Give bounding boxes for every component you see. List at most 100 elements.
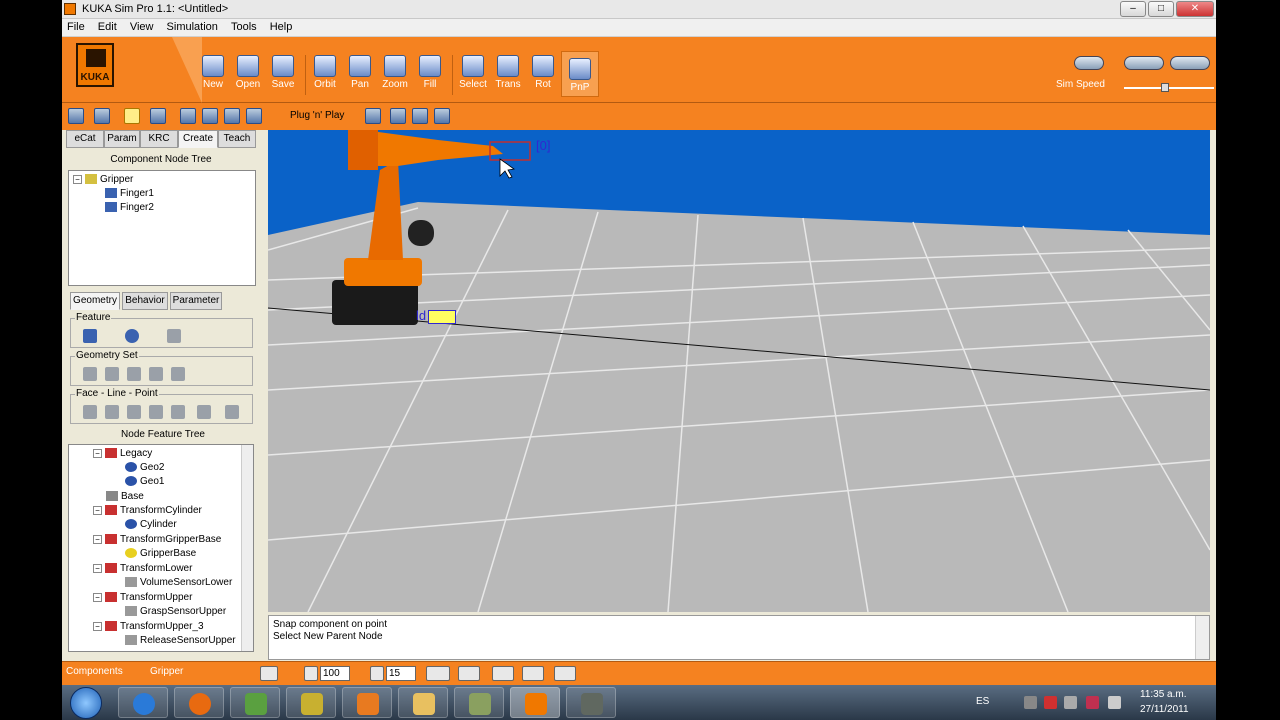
mirror-icon[interactable] [171, 367, 185, 381]
tree-node[interactable]: Base [106, 490, 144, 504]
tree-node[interactable]: − Gripper [73, 173, 133, 187]
close-button[interactable]: ✕ [1176, 1, 1214, 17]
collapse-icon[interactable]: − [93, 621, 102, 631]
taskbar-messenger[interactable] [230, 687, 280, 718]
line-icon[interactable] [105, 405, 119, 419]
snap-icon[interactable] [94, 108, 110, 124]
collapse-icon[interactable]: − [93, 505, 102, 515]
orbit-button[interactable]: Orbit [306, 37, 344, 99]
extrude-icon[interactable] [225, 405, 239, 419]
clock-date[interactable]: 27/11/2011 [1140, 704, 1189, 715]
taskbar-internet-explorer[interactable] [118, 687, 168, 718]
collapse-icon[interactable]: − [93, 592, 102, 602]
tab-create[interactable]: Create [178, 130, 218, 148]
trans-button[interactable]: Trans [489, 37, 527, 99]
graph-icon[interactable] [426, 666, 450, 681]
measure-icon[interactable] [246, 108, 262, 124]
menu-tools[interactable]: Tools [226, 19, 262, 35]
zoom-button[interactable]: Zoom [376, 37, 414, 99]
camera-icon[interactable] [458, 666, 480, 681]
windows-start-button[interactable] [70, 687, 102, 719]
tray-antivirus-icon[interactable] [1086, 696, 1099, 709]
list-icon[interactable] [522, 666, 544, 681]
rotate-view-icon[interactable] [260, 666, 278, 681]
menu-help[interactable]: Help [265, 19, 298, 35]
feature-cube-icon[interactable] [83, 329, 97, 343]
tree-node[interactable]: GripperBase [125, 547, 196, 561]
layout-icon[interactable] [554, 666, 576, 681]
delete-feature-icon[interactable] [167, 329, 181, 343]
taskbar-tool[interactable] [566, 687, 616, 718]
fill-button[interactable]: Fill [411, 37, 449, 99]
select-button[interactable]: Select [454, 37, 492, 99]
geometry-icon[interactable] [202, 108, 218, 124]
collapse-icon[interactable]: − [93, 534, 102, 544]
tree-node[interactable]: VolumeSensorLower [125, 576, 232, 590]
fillet-icon[interactable] [127, 367, 141, 381]
feature-toggle-icon[interactable] [124, 108, 140, 124]
edge-icon[interactable] [149, 405, 163, 419]
disconnect-icon[interactable] [412, 108, 428, 124]
rot-button[interactable]: Rot [524, 37, 562, 99]
tab-krc[interactable]: KRC [140, 130, 178, 148]
cut-icon[interactable] [197, 405, 211, 419]
tray-network-icon[interactable] [1064, 696, 1077, 709]
sim-play-button[interactable] [1124, 56, 1164, 70]
save-button[interactable]: Save [264, 37, 302, 99]
sim-speed-slider-thumb[interactable] [1160, 83, 1169, 92]
tray-arrow-icon[interactable] [1024, 696, 1037, 709]
tab-teach[interactable]: Teach [218, 130, 256, 148]
hierarchy-icon[interactable] [68, 108, 84, 124]
tree-node[interactable]: Finger2 [105, 201, 154, 215]
new-button[interactable]: New [194, 37, 232, 99]
pnp-button[interactable]: PnP [561, 51, 599, 97]
reduce-icon[interactable] [149, 367, 163, 381]
3d-viewport[interactable]: [0] ld [268, 130, 1210, 612]
minimize-button[interactable]: – [1120, 1, 1146, 17]
split-icon[interactable] [105, 367, 119, 381]
line-icon[interactable] [224, 108, 240, 124]
tree-node[interactable]: Geo1 [125, 475, 164, 489]
subtab-parameter[interactable]: Parameter [170, 292, 222, 310]
language-indicator[interactable]: ES [976, 696, 989, 707]
menu-view[interactable]: View [125, 19, 159, 35]
link-icon[interactable] [434, 108, 450, 124]
sim-step-button[interactable] [1170, 56, 1210, 70]
tree-node[interactable]: − TransformUpper_3 [93, 620, 204, 634]
tree-node[interactable]: Cylinder [125, 518, 177, 532]
tree-node[interactable]: Finger1 [105, 187, 154, 201]
tree-node[interactable]: GraspSensorUpper [125, 605, 226, 619]
open-button[interactable]: Open [229, 37, 267, 99]
taskbar-media-player[interactable] [342, 687, 392, 718]
face-icon[interactable] [83, 405, 97, 419]
tab-param[interactable]: Param [104, 130, 140, 148]
tree-node[interactable]: − TransformGripperBase [93, 533, 221, 547]
frame-icon[interactable] [180, 108, 196, 124]
tree-node[interactable]: − Legacy [93, 447, 152, 461]
snap-angle-input[interactable]: 15 [386, 666, 416, 681]
taskbar-document[interactable] [454, 687, 504, 718]
tray-acrobat-icon[interactable] [1044, 696, 1057, 709]
point-icon[interactable] [127, 405, 141, 419]
tree-node[interactable]: − TransformCylinder [93, 504, 202, 518]
output-scrollbar[interactable] [1195, 616, 1209, 659]
tree-node[interactable]: Geo2 [125, 461, 164, 475]
vertex-icon[interactable] [171, 405, 185, 419]
grid-size-input[interactable]: 100 [320, 666, 350, 681]
maximize-button[interactable]: □ [1148, 1, 1174, 17]
collapse-icon[interactable]: − [73, 174, 82, 184]
menu-file[interactable]: File [62, 19, 90, 35]
tree-node[interactable]: − TransformLower [93, 562, 192, 576]
plug-icon[interactable] [365, 108, 381, 124]
grid-icon[interactable] [304, 666, 318, 681]
tab-ecat[interactable]: eCat [66, 130, 104, 148]
snap-angle-icon[interactable] [370, 666, 384, 681]
pan-button[interactable]: Pan [341, 37, 379, 99]
collapse-icon[interactable]: − [93, 563, 102, 573]
subtab-behavior[interactable]: Behavior [122, 292, 168, 310]
sim-speed-slider[interactable] [1124, 87, 1214, 89]
component-icon[interactable] [150, 108, 166, 124]
tree-node[interactable]: − TransformUpper [93, 591, 192, 605]
taskbar-app-bird[interactable] [286, 687, 336, 718]
taskbar-explorer[interactable] [398, 687, 448, 718]
